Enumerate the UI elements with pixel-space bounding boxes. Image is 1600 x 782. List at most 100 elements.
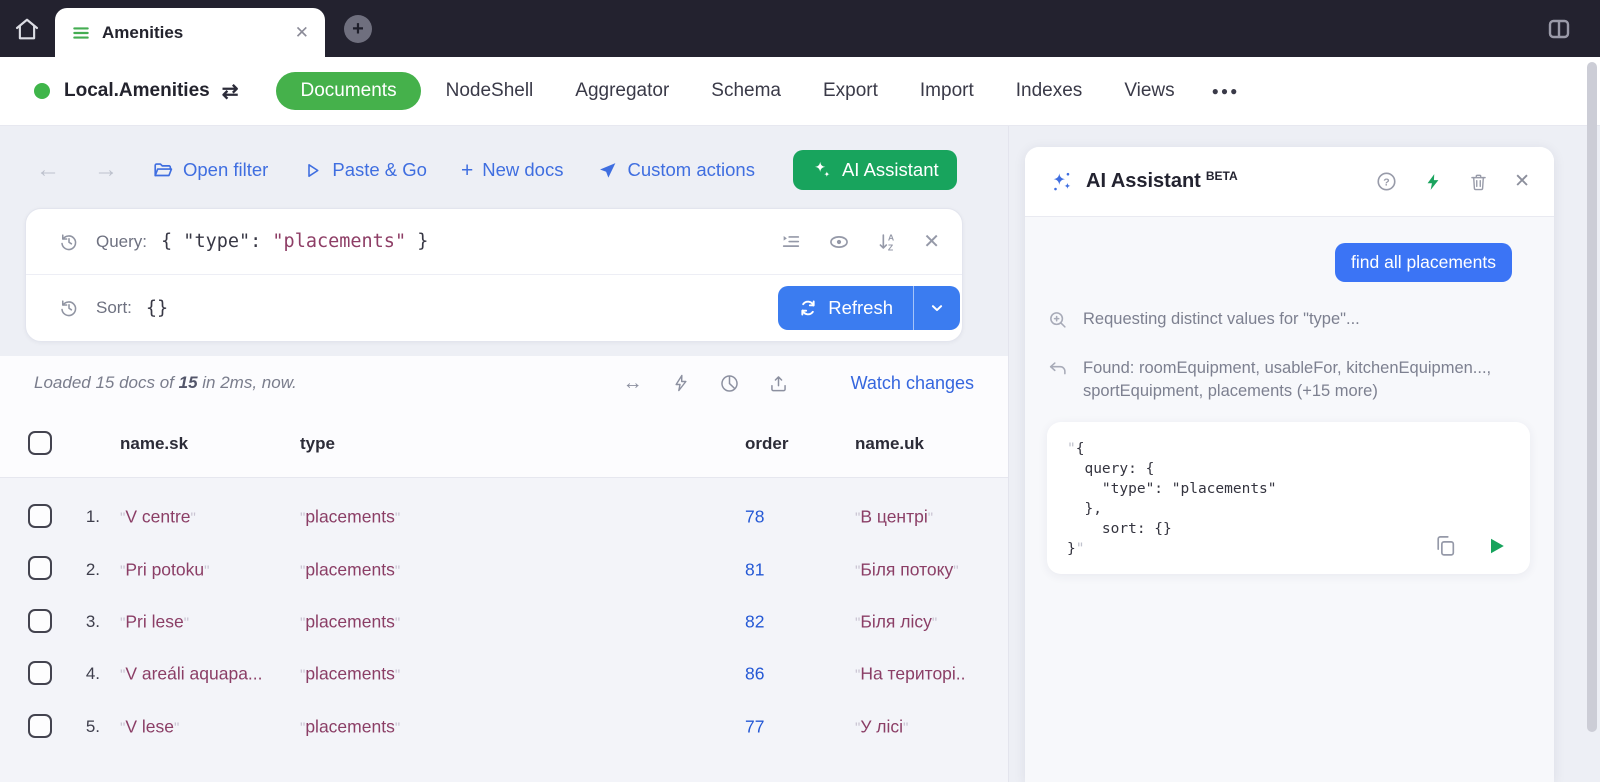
performance-bolt-icon[interactable] [671,373,691,393]
column-header-name-uk[interactable]: name.uk [855,434,924,454]
home-button[interactable] [12,14,42,44]
search-step-icon [1050,312,1066,328]
open-filter-button[interactable]: Open filter [152,159,268,181]
cell-name-sk: "V centre" [120,506,196,527]
vertical-scrollbar[interactable] [1587,62,1597,732]
refresh-split-button: Refresh [778,286,960,330]
row-number: 4. [85,664,100,684]
tab-views[interactable]: Views [1103,71,1195,111]
tab-documents[interactable]: Documents [276,72,421,110]
table-row[interactable]: 5. "V lese" "placements" 77 "У лісі" [0,701,1008,753]
preview-eye-icon[interactable] [827,231,851,253]
connection-status-dot [34,83,50,99]
query-history-icon[interactable] [58,231,80,253]
clear-chat-trash-icon[interactable] [1468,171,1489,193]
watch-changes-link[interactable]: Watch changes [851,373,974,394]
paste-and-go-label: Paste & Go [332,159,427,180]
stats-pie-icon[interactable] [719,373,740,394]
more-tabs-icon[interactable]: ●●● [1196,75,1256,107]
column-header-name-sk[interactable]: name.sk [120,434,188,454]
close-panel-icon[interactable]: ✕ [1514,170,1530,193]
ai-assistant-button[interactable]: AI Assistant [792,150,957,190]
collection-navbar: Local.Amenities ⇄ Documents NodeShell Ag… [0,57,1600,126]
format-query-icon[interactable] [780,231,802,253]
cell-type: "placements" [300,716,401,737]
refresh-icon [801,300,815,316]
new-tab-button[interactable]: + [344,15,372,43]
switch-collection-icon[interactable]: ⇄ [222,79,239,104]
window-titlebar: Amenities ✕ + [0,0,1600,57]
query-label: Query: [96,231,148,251]
row-number: 1. [85,507,100,527]
documents-view: ← → Open filter Paste & Go + New docs Cu… [0,126,1008,782]
history-back-icon[interactable]: ← [36,158,60,182]
ai-step: Found: roomEquipment, usableFor, kitchen… [1047,357,1530,403]
table-row[interactable]: 2. "Pri potoku" "placements" 81 "Біля по… [0,543,1008,595]
paste-and-go-button[interactable]: Paste & Go [302,159,427,181]
cell-name-sk: "V areáli aquapa... [120,663,263,684]
select-all-checkbox[interactable] [28,431,52,455]
cell-name-sk: "Pri lese" [120,611,190,632]
expand-columns-icon[interactable]: ↔ [623,373,643,393]
column-header-type[interactable]: type [300,434,335,454]
refresh-label: Refresh [828,297,893,318]
ai-step-text: Requesting distinct values for "type"... [1083,310,1360,328]
table-row[interactable]: 4. "V areáli aquapa... "placements" 86 "… [0,648,1008,700]
tab-aggregator[interactable]: Aggregator [554,71,690,111]
tab-export[interactable]: Export [802,71,899,111]
table-row[interactable]: 3. "Pri lese" "placements" 82 "Біля лісу… [0,596,1008,648]
cell-name-sk: "V lese" [120,716,180,737]
cell-type: "placements" [300,559,401,580]
collection-menu-icon [73,26,89,39]
sort-az-icon[interactable]: A Z [876,231,898,253]
svg-text:?: ? [1383,176,1389,188]
sort-history-icon[interactable] [58,297,80,319]
run-query-play-icon[interactable] [1484,534,1508,558]
connection-name[interactable]: Local.Amenities [64,80,210,102]
ai-step: Requesting distinct values for "type"... [1047,308,1530,331]
row-checkbox[interactable] [28,556,52,581]
row-checkbox[interactable] [28,661,52,686]
column-header-order[interactable]: order [745,434,788,454]
tab-nodeshell[interactable]: NodeShell [425,71,555,111]
row-checkbox[interactable] [28,608,52,633]
custom-actions-button[interactable]: Custom actions [597,159,755,181]
tab-indexes[interactable]: Indexes [995,71,1104,111]
ai-code-suggestion-card: "{ query: { "type": "placements" }, sort… [1047,422,1530,574]
tab-close-icon[interactable]: ✕ [295,23,309,43]
sort-label: Sort: [96,298,132,317]
help-icon[interactable]: ? [1375,170,1398,193]
new-docs-button[interactable]: + New docs [461,159,564,181]
plus-icon: + [460,158,474,182]
tab-amenities[interactable]: Amenities ✕ [55,8,325,57]
split-view-button[interactable] [1546,17,1572,41]
export-upload-icon[interactable] [768,373,789,394]
sparkle-icon [1053,172,1071,190]
ai-panel-title: AI Assistant [1086,170,1201,192]
ai-assistant-panel-area: AI Assistant BETA ? ✕ find all placement… [1008,126,1600,782]
collection-tabs: Documents NodeShell Aggregator Schema Ex… [276,71,1255,111]
row-checkbox[interactable] [28,504,52,528]
new-docs-label: New docs [482,159,564,180]
ai-assistant-label: AI Assistant [841,159,939,180]
sort-row: Sort: {} Refresh [26,275,962,341]
refresh-options-button[interactable] [914,286,960,330]
sort-input[interactable]: {} [146,298,168,319]
tab-schema[interactable]: Schema [690,71,802,111]
quick-actions-bolt-icon[interactable] [1423,171,1443,193]
row-checkbox[interactable] [28,713,52,738]
cell-name-uk: "В центрі" [855,506,934,527]
home-icon [15,18,39,40]
table-row[interactable]: 1. "V centre" "placements" 78 "В центрі" [0,491,1008,543]
query-input[interactable]: { "type": "placements" } [161,231,428,252]
clear-query-icon[interactable]: ✕ [923,229,940,254]
copy-icon[interactable] [1433,533,1458,558]
refresh-button[interactable]: Refresh [778,286,914,330]
tab-title: Amenities [102,22,184,42]
cell-type: "placements" [300,663,401,684]
open-filter-label: Open filter [183,159,269,180]
history-forward-icon[interactable]: → [94,158,118,182]
tab-import[interactable]: Import [899,71,995,111]
cell-order: 82 [745,611,765,632]
folder-open-icon [154,163,173,177]
